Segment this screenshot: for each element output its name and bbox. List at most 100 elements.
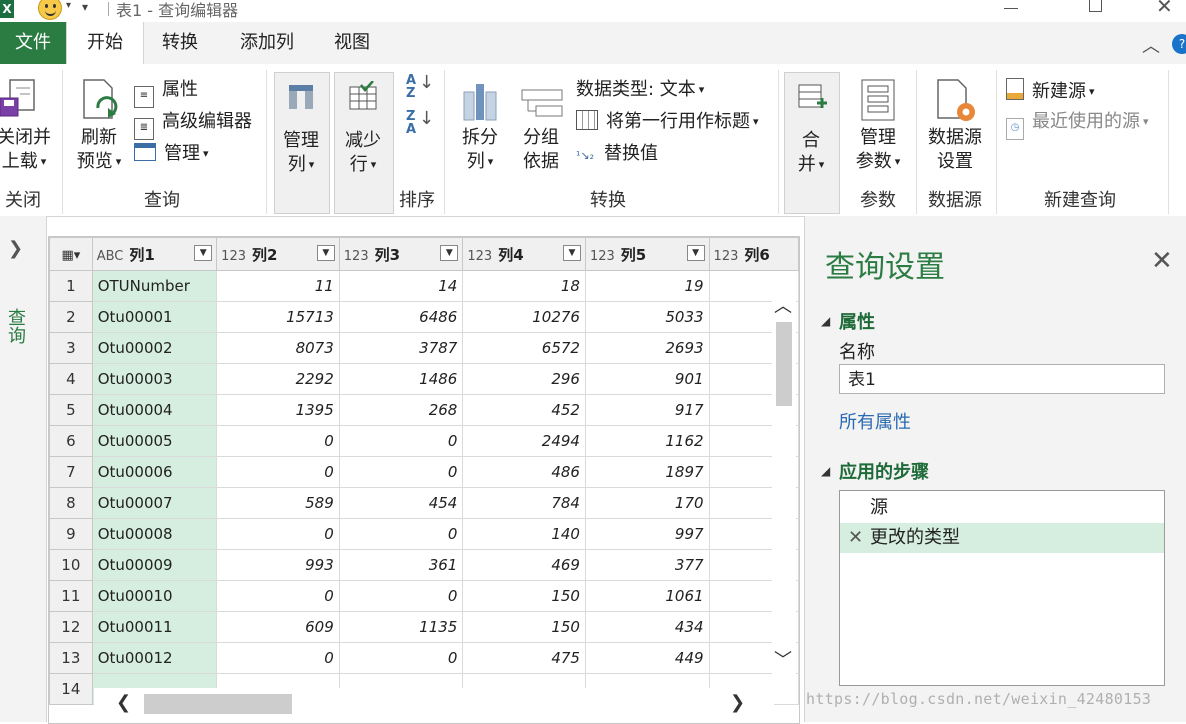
cell-col1[interactable]: Otu00006 (91, 456, 218, 488)
cell-col4[interactable]: 452 (462, 394, 586, 426)
cell-col4[interactable]: 2494 (462, 425, 586, 457)
row-number[interactable]: 14 (49, 673, 93, 705)
table-row[interactable]: 13 Otu00012 0 0 475 449 (49, 642, 799, 674)
scroll-down-icon[interactable]: ﹀ (774, 646, 792, 672)
query-name-input[interactable]: 表1 (839, 364, 1165, 394)
cell-col1[interactable]: Otu00005 (91, 425, 218, 457)
table-row[interactable]: 12 Otu00011 609 1135 150 434 (49, 611, 799, 643)
cell-col3[interactable]: 1135 (338, 611, 464, 643)
number-type-icon[interactable]: 123 (344, 249, 369, 264)
delete-step-icon[interactable]: ✕ (848, 523, 863, 553)
cell-col3[interactable]: 0 (338, 518, 464, 550)
applied-steps-section-title[interactable]: 应用的步骤 (839, 458, 929, 484)
table-row[interactable]: 4 Otu00003 2292 1486 296 901 (49, 363, 799, 395)
tab-home[interactable]: 开始 (66, 22, 144, 64)
cell-col3[interactable]: 0 (338, 456, 464, 488)
cell-col4[interactable]: 296 (462, 363, 586, 395)
cell-col1[interactable]: Otu00004 (91, 394, 218, 426)
row-number[interactable]: 5 (49, 394, 93, 426)
cell-col3[interactable]: 268 (338, 394, 464, 426)
cell-col5[interactable]: 449 (584, 642, 710, 674)
sort-ascending-icon[interactable]: A Z ↓ (406, 74, 434, 101)
column-header[interactable]: 123 列6 (708, 237, 799, 271)
row-number[interactable]: 3 (49, 332, 93, 364)
vertical-scrollbar[interactable]: ︿ ﹀ (772, 286, 796, 686)
close-and-load-button[interactable]: 关闭并 上载 ▾ (0, 74, 56, 182)
cell-col4[interactable]: 150 (462, 611, 586, 643)
row-number[interactable]: 11 (49, 580, 93, 612)
cell-col2[interactable]: 993 (216, 549, 340, 581)
cell-col4[interactable]: 6572 (462, 332, 586, 364)
row-number[interactable]: 8 (49, 487, 93, 519)
number-type-icon[interactable]: 123 (714, 249, 739, 264)
cell-col2[interactable]: 8073 (216, 332, 340, 364)
collapse-triangle-icon[interactable]: ◢ (821, 314, 830, 328)
table-row[interactable]: 9 Otu00008 0 0 140 997 (49, 518, 799, 550)
cell-col5[interactable]: 5033 (584, 301, 710, 333)
column-header[interactable]: ABC 列1 ▼ (91, 237, 218, 271)
cell-col2[interactable]: 0 (216, 425, 340, 457)
row-number[interactable]: 9 (49, 518, 93, 550)
data-type-dropdown[interactable]: 数据类型: 文本 ▾ (576, 78, 704, 102)
cell-col2[interactable]: 589 (216, 487, 340, 519)
horizontal-scrollbar[interactable]: ❮ ❯ (94, 688, 774, 720)
number-type-icon[interactable]: 123 (590, 249, 615, 264)
row-number[interactable]: 13 (49, 642, 93, 674)
minimize-icon[interactable] (1004, 8, 1018, 9)
cell-col1[interactable]: Otu00012 (91, 642, 218, 674)
cell-col5[interactable]: 434 (584, 611, 710, 643)
sort-descending-icon[interactable]: Z A ↓ (406, 110, 434, 137)
cell-col3[interactable]: 1486 (338, 363, 464, 395)
all-properties-link[interactable]: 所有属性 (839, 408, 911, 434)
manage-columns-button[interactable]: 管理 列 ▾ (274, 72, 330, 214)
properties-button[interactable]: ≡ 属性 (134, 78, 198, 108)
cell-col2[interactable]: 0 (216, 518, 340, 550)
cell-col2[interactable]: 1395 (216, 394, 340, 426)
table-row[interactable]: 5 Otu00004 1395 268 452 917 (49, 394, 799, 426)
table-row[interactable]: 3 Otu00002 8073 3787 6572 2693 (49, 332, 799, 364)
cell-col3[interactable]: 361 (338, 549, 464, 581)
manage-query-button[interactable]: 管理 ▾ (134, 142, 209, 166)
table-row[interactable]: 8 Otu00007 589 454 784 170 (49, 487, 799, 519)
recent-sources-button[interactable]: ◷ 最近使用的源 ▾ (1006, 110, 1149, 140)
step-item-changed-type[interactable]: ✕ 更改的类型 (840, 523, 1164, 553)
cell-col5[interactable]: 1897 (584, 456, 710, 488)
cell-col1[interactable]: Otu00002 (91, 332, 218, 364)
cell-col3[interactable]: 0 (338, 580, 464, 612)
vertical-scroll-thumb[interactable] (776, 322, 792, 406)
table-row[interactable]: 1 OTUNumber 11 14 18 19 (49, 270, 799, 302)
column-header[interactable]: 123 列3 ▼ (338, 237, 464, 271)
cell-col5[interactable]: 377 (584, 549, 710, 581)
filter-dropdown-icon[interactable]: ▼ (686, 245, 705, 261)
data-source-settings-button[interactable]: 数据源 设置 (922, 74, 988, 182)
data-grid[interactable]: ▦▾ ABC 列1 ▼ 123 列2 ▼ 123 列3 ▼ 123 列4 ▼ 123 列5 ▼ 12… (48, 236, 800, 724)
help-icon[interactable]: ? (1172, 34, 1186, 54)
combine-button[interactable]: 合 并 ▾ (784, 72, 840, 214)
cell-col4[interactable]: 486 (462, 456, 586, 488)
use-first-row-as-headers-button[interactable]: 将第一行用作标题 ▾ (576, 110, 759, 134)
row-number[interactable]: 4 (49, 363, 93, 395)
cell-col5[interactable]: 901 (584, 363, 710, 395)
table-row[interactable]: 2 Otu00001 15713 6486 10276 5033 (49, 301, 799, 333)
row-number[interactable]: 6 (49, 425, 93, 457)
cell-col1[interactable]: Otu00008 (91, 518, 218, 550)
refresh-preview-button[interactable]: 刷新 预览 ▾ (70, 74, 130, 182)
cell-col4[interactable]: 150 (462, 580, 586, 612)
number-type-icon[interactable]: 123 (467, 249, 492, 264)
properties-section-title[interactable]: 属性 (839, 308, 875, 334)
advanced-editor-button[interactable]: ≣ 高级编辑器 (134, 110, 252, 140)
collapse-triangle-icon[interactable]: ◢ (821, 464, 830, 478)
cell-col2[interactable]: 15713 (216, 301, 340, 333)
cell-col5[interactable]: 1061 (584, 580, 710, 612)
cell-col1[interactable]: Otu00003 (91, 363, 218, 395)
tab-view[interactable]: 视图 (334, 22, 370, 64)
cell-col3[interactable]: 454 (338, 487, 464, 519)
cell-col5[interactable]: 997 (584, 518, 710, 550)
cell-col2[interactable]: 609 (216, 611, 340, 643)
replace-values-button[interactable]: ¹↘₂ 替换值 (576, 142, 658, 168)
cell-col2[interactable]: 0 (216, 580, 340, 612)
cell-col4[interactable]: 475 (462, 642, 586, 674)
filter-dropdown-icon[interactable]: ▼ (194, 245, 213, 261)
cell-col5[interactable]: 170 (584, 487, 710, 519)
table-row[interactable]: 11 Otu00010 0 0 150 1061 (49, 580, 799, 612)
